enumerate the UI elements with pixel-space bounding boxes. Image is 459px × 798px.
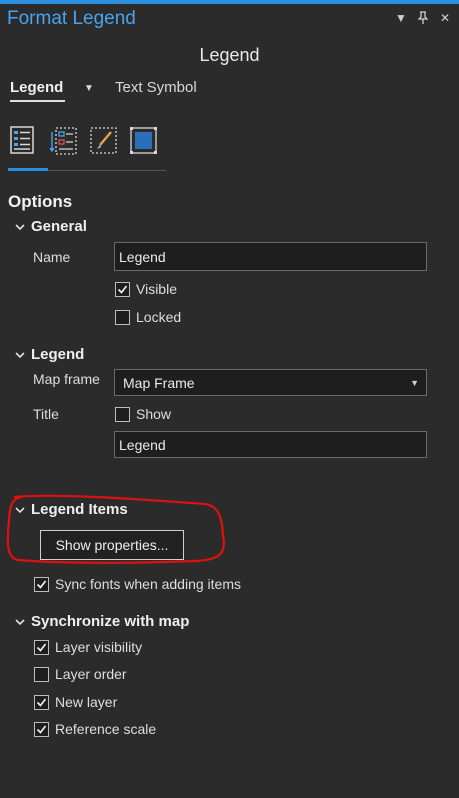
- section-general-title: General: [31, 218, 87, 235]
- chevron-down-icon: [15, 506, 25, 513]
- reference-scale-checkbox[interactable]: Reference scale: [34, 721, 156, 737]
- tool-placement-tab[interactable]: [128, 126, 159, 159]
- layer-order-checkbox-box[interactable]: [34, 666, 49, 682]
- tool-display-tab[interactable]: [88, 126, 119, 159]
- title-label: Title: [33, 406, 59, 422]
- new-layer-checkbox-box[interactable]: [34, 694, 49, 710]
- tool-arrangement-tab[interactable]: [48, 126, 79, 159]
- section-legend-title: Legend: [31, 346, 85, 363]
- tool-tabs: [8, 126, 159, 159]
- window-title: Format Legend: [7, 8, 136, 29]
- section-synchronize[interactable]: Synchronize with map: [15, 613, 189, 630]
- window-controls: ▼ ✕: [395, 11, 451, 27]
- name-input[interactable]: [114, 242, 427, 271]
- tab-dropdown-icon[interactable]: ▼: [84, 83, 94, 94]
- sync-fonts-checkbox-box[interactable]: [34, 576, 49, 592]
- sync-fonts-checkbox[interactable]: Sync fonts when adding items: [34, 576, 241, 592]
- show-title-checkbox-box[interactable]: [115, 406, 130, 422]
- new-layer-checkbox[interactable]: New layer: [34, 694, 117, 710]
- section-legend-items-title: Legend Items: [31, 501, 128, 518]
- checkmark-icon: [36, 642, 47, 652]
- title-text-input[interactable]: [114, 431, 427, 458]
- dropdown-arrow-icon: ▼: [410, 378, 419, 388]
- title-bar: Format Legend ▼ ✕: [0, 4, 459, 34]
- locked-checkbox-box[interactable]: [115, 309, 130, 325]
- visible-checkbox[interactable]: Visible: [115, 281, 177, 297]
- show-title-checkbox[interactable]: Show: [115, 406, 171, 422]
- section-legend[interactable]: Legend: [15, 346, 84, 363]
- reference-scale-label: Reference scale: [55, 721, 157, 737]
- section-legend-items[interactable]: Legend Items: [15, 501, 128, 518]
- visible-label: Visible: [136, 281, 177, 297]
- tool-options-tab[interactable]: [8, 126, 39, 159]
- section-general[interactable]: General: [15, 218, 87, 235]
- section-synchronize-title: Synchronize with map: [31, 613, 190, 630]
- chevron-down-icon: [15, 618, 25, 625]
- arrangement-icon: [48, 126, 79, 159]
- legend-options-icon: [9, 126, 38, 159]
- tab-legend[interactable]: Legend: [10, 79, 63, 96]
- layer-visibility-checkbox[interactable]: Layer visibility: [34, 639, 142, 655]
- checkmark-icon: [36, 697, 47, 707]
- pin-icon[interactable]: [417, 11, 429, 27]
- chevron-down-icon: [15, 223, 25, 230]
- panel-heading: Legend: [199, 45, 260, 65]
- name-label: Name: [33, 249, 71, 265]
- paintbrush-icon: [89, 126, 119, 159]
- chevron-down-icon: [15, 351, 25, 358]
- tab-text-symbol[interactable]: Text Symbol: [115, 79, 197, 96]
- visible-checkbox-box[interactable]: [115, 281, 130, 297]
- layer-visibility-checkbox-box[interactable]: [34, 639, 49, 655]
- options-menu-icon[interactable]: ▼: [395, 11, 407, 27]
- checkmark-icon: [36, 724, 47, 734]
- layer-order-label: Layer order: [55, 666, 127, 682]
- map-frame-select[interactable]: Map Frame ▼: [114, 369, 427, 396]
- layer-order-checkbox[interactable]: Layer order: [34, 666, 127, 682]
- show-label: Show: [136, 406, 172, 422]
- placement-icon: [129, 126, 159, 159]
- tab-active-underline: [10, 100, 65, 102]
- close-icon[interactable]: ✕: [439, 11, 451, 27]
- map-frame-value: Map Frame: [123, 374, 195, 391]
- checkmark-icon: [117, 284, 128, 294]
- map-frame-label: Map frame: [33, 371, 100, 387]
- reference-scale-checkbox-box[interactable]: [34, 721, 49, 737]
- checkmark-icon: [36, 579, 47, 589]
- layer-visibility-label: Layer visibility: [55, 639, 143, 655]
- options-heading: Options: [8, 192, 73, 211]
- sync-fonts-label: Sync fonts when adding items: [55, 576, 241, 592]
- locked-label: Locked: [136, 309, 182, 325]
- tool-tab-selected-indicator: [8, 168, 48, 171]
- new-layer-label: New layer: [55, 694, 118, 710]
- show-properties-button[interactable]: Show properties...: [40, 530, 184, 560]
- locked-checkbox[interactable]: Locked: [115, 309, 181, 325]
